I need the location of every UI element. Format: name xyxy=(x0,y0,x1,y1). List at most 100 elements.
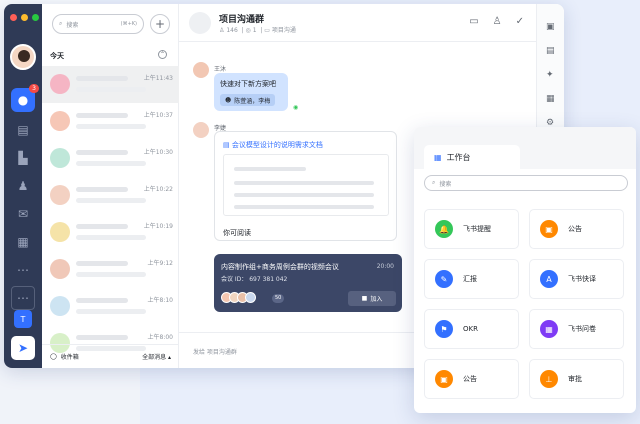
tab-label: 工作台 xyxy=(446,152,471,162)
app-label: 飞书快译 xyxy=(568,275,596,283)
rail-more[interactable]: ⋯ xyxy=(11,258,35,282)
sender-avatar[interactable] xyxy=(193,62,209,78)
my-avatar[interactable] xyxy=(10,44,36,70)
participant-avatar xyxy=(245,292,256,303)
chat-time: 上午11:43 xyxy=(143,75,173,82)
rail-team[interactable]: T xyxy=(14,310,32,328)
chat-list-item[interactable]: 上午9:12 xyxy=(42,251,179,288)
rail-calendar[interactable]: ▤ xyxy=(11,118,35,142)
workbench-app[interactable]: ✎ 汇报 xyxy=(424,259,519,299)
tab-workbench[interactable]: ▦ 工作台 xyxy=(424,145,520,169)
maximize-window-button[interactable] xyxy=(32,14,39,21)
chat-name-placeholder xyxy=(76,76,128,81)
meeting-id: 会议 ID： 697 381 042 xyxy=(221,276,288,283)
calendar-add-icon[interactable]: ▦ xyxy=(546,94,555,104)
rail-contacts[interactable]: ♟ xyxy=(11,174,35,198)
workbench-app[interactable]: A 飞书快译 xyxy=(529,259,624,299)
group-title[interactable]: 项目沟通群 xyxy=(219,12,264,25)
rail-mail[interactable]: ✉ xyxy=(11,202,35,226)
mail-icon: ✉ xyxy=(17,207,29,221)
notice-icon: ▣ xyxy=(540,220,558,238)
meeting-title: 内容制作组+商务周例会群的视频会议 xyxy=(221,263,339,271)
workbench-search-placeholder: 搜索 xyxy=(439,180,452,188)
mention-text: 陈萱涵，李梅 xyxy=(234,97,271,105)
workbench-app[interactable]: ▣ 公告 xyxy=(424,359,519,399)
chat-list-item[interactable]: 上午11:43 xyxy=(42,66,179,103)
chat-list-panel: ⌕ 搜索 (⌘+K) + 今天 ⌃ 上午11:43 上午10:37 上午10:30 上… xyxy=(42,4,179,368)
mention-chip[interactable]: ☻ 陈萱涵，李梅 xyxy=(220,94,276,106)
chat-list-item[interactable]: 上午10:22 xyxy=(42,177,179,214)
rail-docs[interactable]: ▙ xyxy=(11,146,35,170)
close-window-button[interactable] xyxy=(10,14,17,21)
workbench-panel: ▦ 工作台 ⌕ 搜索 🔔 飞书提醒 ▣ 公告 ✎ 汇报 A 飞书快译 ⚑ OKR ▦ 飞书问卷 ▣ 公告 ⊥… xyxy=(414,127,636,413)
inbox-link[interactable]: 收件箱 xyxy=(61,352,79,361)
workbench-search-input[interactable]: ⌕ 搜索 xyxy=(424,175,628,191)
doc-card[interactable]: ▤ 会议模型设计的说明需求文档 你可阅读 xyxy=(214,131,397,241)
workbench-app[interactable]: 🔔 飞书提醒 xyxy=(424,209,519,249)
doc-search-icon[interactable]: ▤ xyxy=(546,46,555,56)
app-label: 汇报 xyxy=(463,275,477,283)
collapse-toggle-icon[interactable]: ⌃ xyxy=(158,50,167,59)
meeting-time: 20:00 xyxy=(376,263,394,270)
rail-feishu-logo[interactable]: ➤ xyxy=(11,336,35,360)
new-chat-button[interactable]: + xyxy=(150,14,170,34)
search-input[interactable]: ⌕ 搜索 (⌘+K) xyxy=(52,14,144,34)
read-status-icon: ◉ xyxy=(293,104,299,111)
chat-name-placeholder xyxy=(76,150,128,155)
app-label: 飞书问卷 xyxy=(568,325,596,333)
chat-avatar xyxy=(50,296,70,316)
workbench-app[interactable]: ⚑ OKR xyxy=(424,309,519,349)
join-meeting-button[interactable]: ■ 加入 xyxy=(348,291,396,306)
unread-badge: 3 xyxy=(29,84,39,93)
mention-avatar-icon: ☻ xyxy=(225,96,232,104)
org-icon: ▭ xyxy=(264,27,270,34)
briefcase-icon[interactable]: ▣ xyxy=(546,22,555,32)
add-member-icon[interactable]: ♙ xyxy=(493,16,502,27)
workbench-app[interactable]: ⊥ 审批 xyxy=(529,359,624,399)
workbench-app[interactable]: ▦ 飞书问卷 xyxy=(529,309,624,349)
chat-avatar xyxy=(50,259,70,279)
doc-preview[interactable] xyxy=(223,154,389,216)
sender-avatar[interactable] xyxy=(193,122,209,138)
header-actions: ▭ ♙ ✓ xyxy=(469,16,524,27)
list-footer: ◯ 收件箱 全部消息 ▴ xyxy=(42,344,179,368)
search-shortcut: (⌘+K) xyxy=(120,21,137,27)
all-messages-filter[interactable]: 全部消息 ▴ xyxy=(142,352,171,361)
search-placeholder: 搜索 xyxy=(66,21,79,29)
inbox-icon: ◯ xyxy=(50,353,57,360)
flag-icon: ⚑ xyxy=(435,320,453,338)
chat-time: 上午8:10 xyxy=(147,297,173,304)
rail-workspace[interactable]: ⋯ xyxy=(11,286,35,310)
chat-time: 上午10:19 xyxy=(143,223,173,230)
contacts-icon: ♟ xyxy=(17,179,29,193)
chat-preview-placeholder xyxy=(76,272,146,277)
pen-icon: ✎ xyxy=(435,270,453,288)
message-bubble[interactable]: 快速对下新方案吧 ☻ 陈萱涵，李梅 xyxy=(214,73,288,111)
rail-apps[interactable]: ▦ xyxy=(11,230,35,254)
window-controls xyxy=(10,14,39,21)
doc-desc: 你可阅读 xyxy=(223,229,251,237)
doc-title[interactable]: ▤ 会议模型设计的说明需求文档 xyxy=(223,140,323,150)
chat-list-item[interactable]: 上午10:37 xyxy=(42,103,179,140)
sender-name: 王沐 xyxy=(214,66,227,73)
doc-icon: ▤ xyxy=(223,141,232,149)
chat-list-item[interactable]: 上午10:19 xyxy=(42,214,179,251)
video-call-icon[interactable]: ▭ xyxy=(469,16,478,27)
dots-icon: ⋯ xyxy=(17,291,29,305)
minimize-window-button[interactable] xyxy=(21,14,28,21)
chat-list-item[interactable]: 上午8:10 xyxy=(42,288,179,325)
bell-icon: 🔔 xyxy=(435,220,453,238)
rail-messages[interactable]: ● 3 xyxy=(11,84,39,112)
chat-list-item[interactable]: 上午10:30 xyxy=(42,140,179,177)
meeting-card[interactable]: 内容制作组+商务周例会群的视频会议 20:00 会议 ID： 697 381 0… xyxy=(214,254,402,312)
chat-preview-placeholder xyxy=(76,161,146,166)
chat-time: 上午8:00 xyxy=(147,334,173,341)
chat-bubble-icon: ● xyxy=(17,93,29,107)
member-icon: ♙ xyxy=(219,27,225,34)
group-avatar[interactable] xyxy=(189,12,211,34)
workbench-app[interactable]: ▣ 公告 xyxy=(529,209,624,249)
check-icon[interactable]: ✓ xyxy=(516,16,524,27)
calendar-icon: ▤ xyxy=(17,123,29,137)
paper-plane-icon: ➤ xyxy=(17,341,29,355)
pin-icon[interactable]: ✦ xyxy=(546,70,554,80)
